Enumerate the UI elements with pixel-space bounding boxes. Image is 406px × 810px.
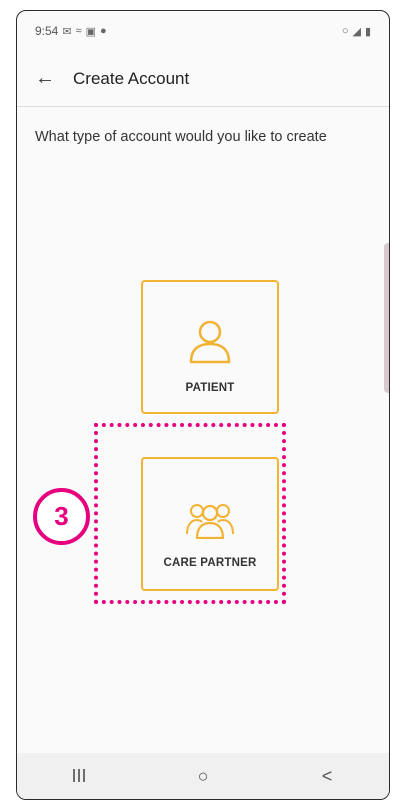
- wifi-icon: ≈: [75, 25, 82, 37]
- recents-button[interactable]: III: [49, 766, 109, 787]
- message-icon: ✉: [62, 25, 72, 38]
- app-bar: ← Create Account: [17, 51, 389, 107]
- image-icon: ▣: [85, 25, 97, 38]
- care-partner-option-label: CARE PARTNER: [163, 557, 257, 569]
- page-title: Create Account: [73, 68, 190, 88]
- person-icon: [189, 320, 231, 364]
- group-icon: [186, 504, 234, 539]
- battery-icon: ▮: [364, 25, 371, 38]
- patient-option-button[interactable]: PATIENT: [141, 280, 279, 414]
- status-time: 9:54: [35, 24, 59, 38]
- back-button[interactable]: <: [297, 766, 357, 787]
- status-bar: 9:54 ✉ ≈ ▣ ● ○ ◢ ▮: [17, 11, 389, 51]
- lock-icon: ●: [100, 25, 107, 37]
- care-partner-option-button[interactable]: CARE PARTNER: [141, 457, 279, 591]
- home-button[interactable]: ○: [173, 766, 233, 787]
- account-type-prompt: What type of account would you like to c…: [35, 129, 327, 145]
- scrollbar[interactable]: [384, 243, 389, 393]
- patient-option-label: PATIENT: [185, 382, 235, 394]
- phone-frame: 9:54 ✉ ≈ ▣ ● ○ ◢ ▮ ← Create Account What…: [16, 10, 390, 800]
- alarm-icon: ○: [341, 25, 349, 37]
- step-number-badge: 3: [33, 488, 90, 545]
- signal-icon: ◢: [352, 25, 361, 38]
- back-arrow-icon[interactable]: ←: [35, 67, 63, 90]
- navigation-bar: III ○ <: [17, 753, 389, 799]
